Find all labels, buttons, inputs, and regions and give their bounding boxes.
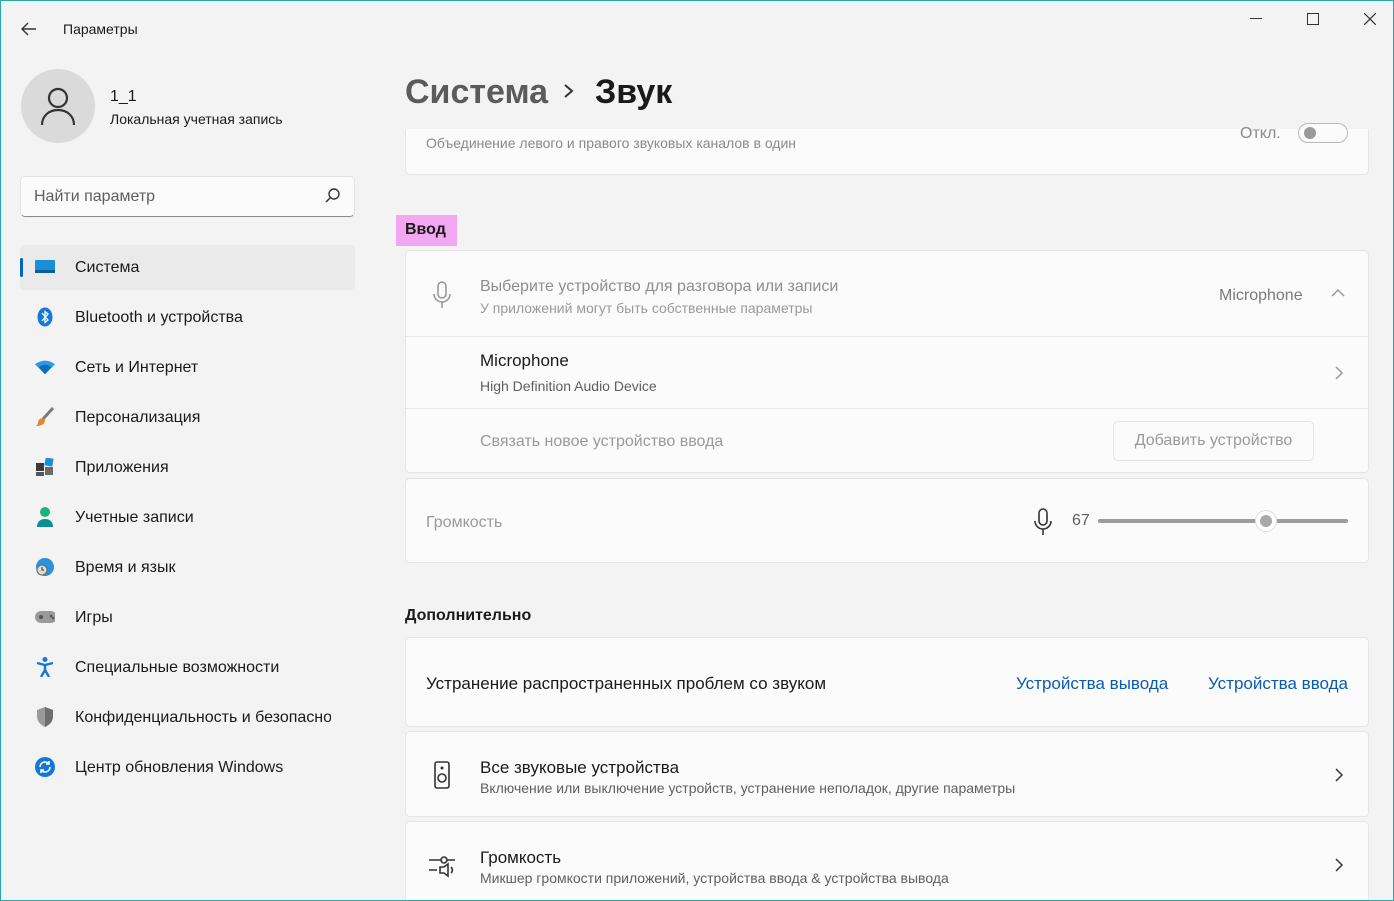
input-device-select-row[interactable]: Выберите устройство для разговора или за… <box>406 251 1368 337</box>
sidebar-item-windows-update[interactable]: Центр обновления Windows <box>20 745 355 790</box>
input-section-label: Ввод <box>396 215 457 246</box>
slider-fill <box>1098 519 1266 523</box>
maximize-button[interactable] <box>1290 7 1336 31</box>
mono-audio-description: Объединение левого и правого звуковых ка… <box>426 135 797 151</box>
chevron-right-icon <box>1335 366 1344 380</box>
sidebar-item-time-language[interactable]: Время и язык <box>20 545 355 590</box>
close-button[interactable] <box>1347 7 1393 31</box>
shield-icon <box>35 707 55 727</box>
minimize-button[interactable] <box>1233 7 1279 31</box>
toggle-knob <box>1304 127 1316 139</box>
chevron-right-icon <box>564 84 574 98</box>
sidebar-item-accounts[interactable]: Учетные записи <box>20 495 355 540</box>
sidebar-item-bluetooth[interactable]: Bluetooth и устройства <box>20 295 355 340</box>
input-volume-card: Громкость 67 <box>405 478 1369 563</box>
brush-icon <box>35 407 55 427</box>
breadcrumb-parent[interactable]: Система <box>405 73 548 112</box>
sidebar-item-label: Специальные возможности <box>75 659 280 676</box>
sidebar-item-label: Персонализация <box>75 409 201 426</box>
advanced-section-label: Дополнительно <box>405 607 532 624</box>
troubleshoot-text: Устранение распространенных проблем со з… <box>426 674 827 693</box>
avatar[interactable] <box>21 69 95 143</box>
device-name: Microphone <box>480 351 569 370</box>
search-icon[interactable] <box>324 187 342 205</box>
wifi-icon <box>35 357 55 377</box>
active-indicator <box>20 258 23 277</box>
sidebar-item-privacy[interactable]: Конфиденциальность и безопасность <box>20 695 355 740</box>
selected-input-device[interactable]: Microphone <box>1219 287 1303 305</box>
sidebar-item-gaming[interactable]: Игры <box>20 595 355 640</box>
arrow-left-icon <box>21 22 36 36</box>
user-name: 1_1 <box>110 88 137 105</box>
sidebar-item-system[interactable]: Система <box>20 245 355 290</box>
chevron-right-icon <box>1335 858 1344 872</box>
input-card: Выберите устройство для разговора или за… <box>405 250 1369 473</box>
close-icon <box>1364 13 1376 25</box>
title-bar: Параметры <box>1 1 1393 57</box>
minimize-icon <box>1250 18 1262 19</box>
system-icon <box>35 257 55 277</box>
sidebar-item-label: Система <box>75 259 140 276</box>
sidebar-item-label: Учетные записи <box>75 509 194 526</box>
choose-device-subtitle: У приложений могут быть собственные пара… <box>480 300 813 316</box>
mixer-subtitle: Микшер громкости приложений, устройства … <box>480 870 949 886</box>
volume-slider[interactable] <box>1098 519 1348 523</box>
bluetooth-icon <box>35 307 55 327</box>
gamepad-icon <box>35 607 55 627</box>
pair-input-text: Связать новое устройство ввода <box>480 433 724 450</box>
sidebar-item-label: Центр обновления Windows <box>75 759 284 776</box>
sidebar-item-label: Приложения <box>75 459 169 476</box>
mono-audio-state: Откл. <box>1240 125 1281 142</box>
slider-thumb[interactable] <box>1254 510 1277 532</box>
person-icon <box>35 507 55 527</box>
apps-icon <box>35 457 55 477</box>
chevron-right-icon <box>1335 768 1344 782</box>
update-icon <box>35 757 55 777</box>
sidebar-item-personalization[interactable]: Персонализация <box>20 395 355 440</box>
output-devices-link[interactable]: Устройства вывода <box>1016 674 1168 694</box>
pair-input-device-row: Связать новое устройство ввода Добавить … <box>406 409 1368 473</box>
troubleshoot-card: Устранение распространенных проблем со з… <box>405 637 1369 727</box>
microphone-icon <box>433 281 451 308</box>
account-type: Локальная учетная запись <box>110 111 283 127</box>
volume-label: Громкость <box>426 514 503 531</box>
all-sound-devices-card[interactable]: Все звуковые устройства Включение или вы… <box>405 731 1369 817</box>
sidebar-nav: Система Bluetooth и устройства Сеть и Ин… <box>20 245 355 795</box>
sidebar-item-apps[interactable]: Приложения <box>20 445 355 490</box>
add-device-button[interactable]: Добавить устройство <box>1113 421 1314 461</box>
all-devices-title: Все звуковые устройства <box>480 758 680 777</box>
volume-value: 67 <box>1072 512 1090 529</box>
mixer-title: Громкость <box>480 848 562 867</box>
chevron-up-icon[interactable] <box>1330 287 1346 299</box>
sidebar-item-label: Bluetooth и устройства <box>75 309 243 326</box>
mono-audio-toggle[interactable] <box>1298 123 1348 143</box>
accessibility-icon <box>35 657 55 677</box>
maximize-icon <box>1307 13 1319 25</box>
sidebar-item-accessibility[interactable]: Специальные возможности <box>20 645 355 690</box>
speaker-icon <box>434 761 450 789</box>
mono-audio-card: Объединение левого и правого звуковых ка… <box>405 123 1369 175</box>
device-description: High Definition Audio Device <box>480 378 657 394</box>
volume-mixer-icon <box>429 856 455 878</box>
search-input[interactable]: Найти параметр <box>20 176 355 217</box>
page-title: Звук <box>595 73 673 111</box>
settings-window: Параметры 1_1 Локальная учетная запись Н… <box>0 0 1394 901</box>
person-icon <box>40 87 76 126</box>
choose-device-title: Выберите устройство для разговора или за… <box>480 278 839 295</box>
back-button[interactable] <box>15 15 43 43</box>
sidebar-item-label: Время и язык <box>75 559 176 576</box>
sidebar-item-label: Игры <box>75 609 113 626</box>
globe-clock-icon <box>35 557 55 577</box>
app-title: Параметры <box>63 21 138 37</box>
sidebar-item-label: Сеть и Интернет <box>75 359 199 376</box>
volume-mixer-card[interactable]: Громкость Микшер громкости приложений, у… <box>405 821 1369 900</box>
sidebar-item-label: Конфиденциальность и безопасность <box>75 709 331 726</box>
sidebar-item-network[interactable]: Сеть и Интернет <box>20 345 355 390</box>
all-devices-subtitle: Включение или выключение устройств, устр… <box>480 780 1016 796</box>
input-devices-link[interactable]: Устройства ввода <box>1208 674 1348 694</box>
microphone-icon[interactable] <box>1033 508 1053 536</box>
search-placeholder: Найти параметр <box>34 188 156 205</box>
microphone-device-row[interactable]: Microphone High Definition Audio Device <box>406 337 1368 409</box>
